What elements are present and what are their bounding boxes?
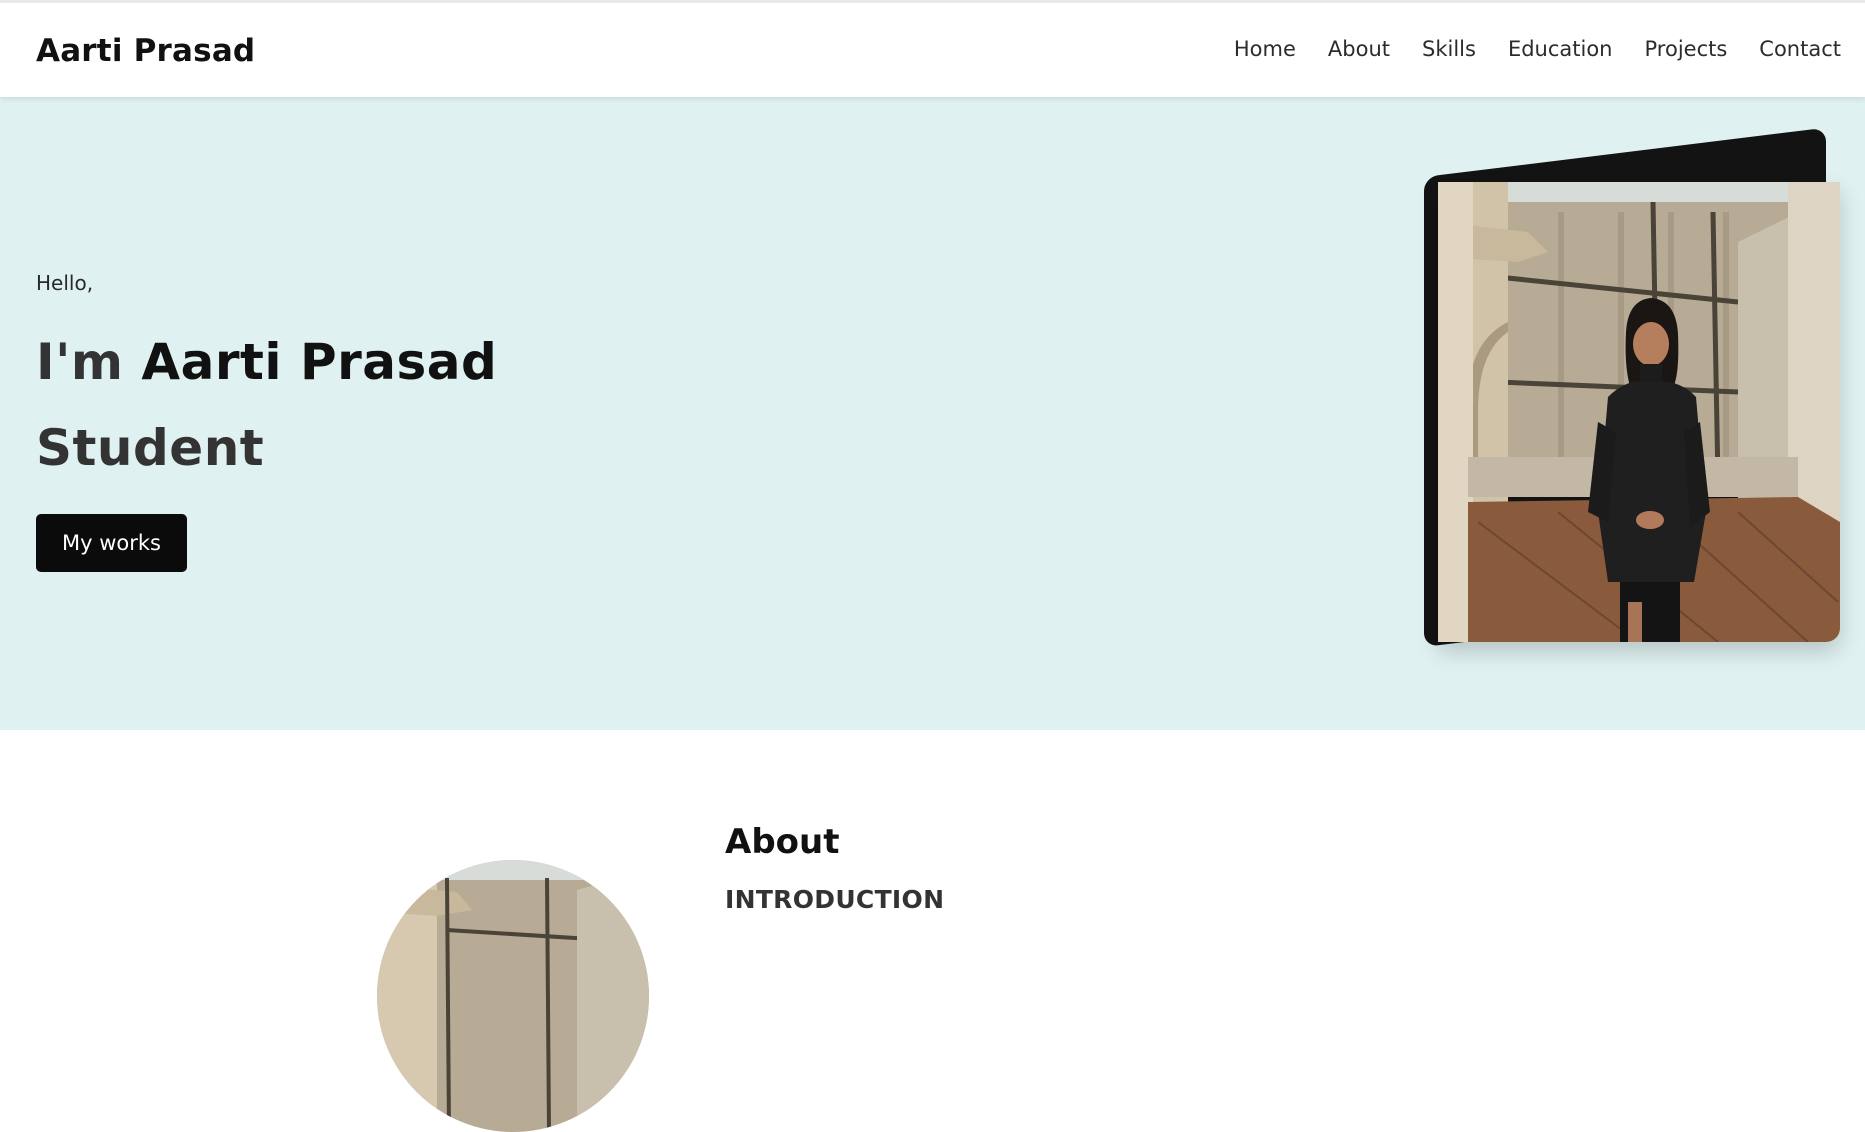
hero-greeting: Hello, (36, 271, 94, 295)
hero-section: Hello, I'm Aarti Prasad Student My works (0, 97, 1865, 730)
about-subheading: INTRODUCTION (725, 885, 945, 914)
nav-education[interactable]: Education (1508, 37, 1613, 61)
nav-projects[interactable]: Projects (1645, 37, 1728, 61)
main-nav: Home About Skills Education Projects Con… (1234, 37, 1841, 61)
hero-photo-frame (1418, 127, 1848, 652)
about-section: About INTRODUCTION (0, 730, 1865, 1132)
hero-name: Aarti Prasad (141, 333, 498, 391)
about-profile-photo (377, 860, 649, 1132)
site-logo[interactable]: Aarti Prasad (36, 33, 255, 69)
hero-headline: I'm Aarti Prasad (36, 333, 497, 391)
hero-prefix: I'm (36, 333, 142, 391)
my-works-button[interactable]: My works (36, 514, 187, 572)
site-header: Aarti Prasad Home About Skills Education… (0, 0, 1865, 97)
nav-contact[interactable]: Contact (1759, 37, 1841, 61)
profile-photo (1438, 182, 1840, 642)
about-heading: About (725, 822, 840, 862)
hero-role: Student (36, 419, 265, 477)
nav-skills[interactable]: Skills (1422, 37, 1476, 61)
nav-about[interactable]: About (1328, 37, 1390, 61)
nav-home[interactable]: Home (1234, 37, 1296, 61)
